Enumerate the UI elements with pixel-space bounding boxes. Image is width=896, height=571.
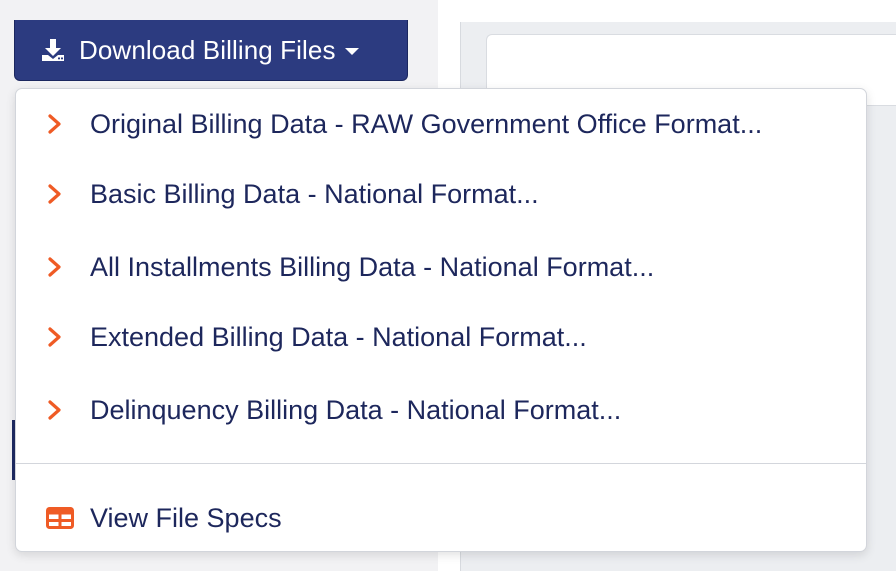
view-file-specs-link[interactable]: View File Specs — [16, 493, 866, 543]
chevron-right-icon — [46, 183, 64, 205]
menu-item-label: All Installments Billing Data - National… — [90, 251, 655, 282]
menu-item-extended-billing-data[interactable]: Extended Billing Data - National Format.… — [16, 312, 866, 362]
menu-divider — [16, 463, 866, 464]
chevron-right-icon — [46, 113, 64, 135]
caret-down-icon — [344, 47, 359, 55]
download-billing-files-button[interactable]: Download Billing Files — [14, 20, 408, 81]
view-file-specs-label: View File Specs — [90, 502, 282, 533]
table-icon — [46, 507, 74, 529]
menu-item-all-installments-billing-data[interactable]: All Installments Billing Data - National… — [16, 242, 866, 292]
download-icon — [39, 36, 67, 64]
menu-item-original-billing-data[interactable]: Original Billing Data - RAW Government O… — [16, 99, 866, 149]
chevron-right-icon — [46, 399, 64, 421]
chevron-right-icon — [46, 256, 64, 278]
chevron-right-icon — [46, 326, 64, 348]
menu-item-label: Original Billing Data - RAW Government O… — [90, 108, 763, 139]
menu-item-label: Basic Billing Data - National Format... — [90, 178, 539, 209]
download-button-label: Download Billing Files — [79, 34, 336, 65]
menu-item-basic-billing-data[interactable]: Basic Billing Data - National Format... — [16, 169, 866, 219]
menu-item-label: Extended Billing Data - National Format.… — [90, 321, 587, 352]
billing-files-dropdown-menu: Original Billing Data - RAW Government O… — [15, 88, 867, 552]
menu-item-delinquency-billing-data[interactable]: Delinquency Billing Data - National Form… — [16, 385, 866, 435]
menu-item-label: Delinquency Billing Data - National Form… — [90, 394, 622, 425]
